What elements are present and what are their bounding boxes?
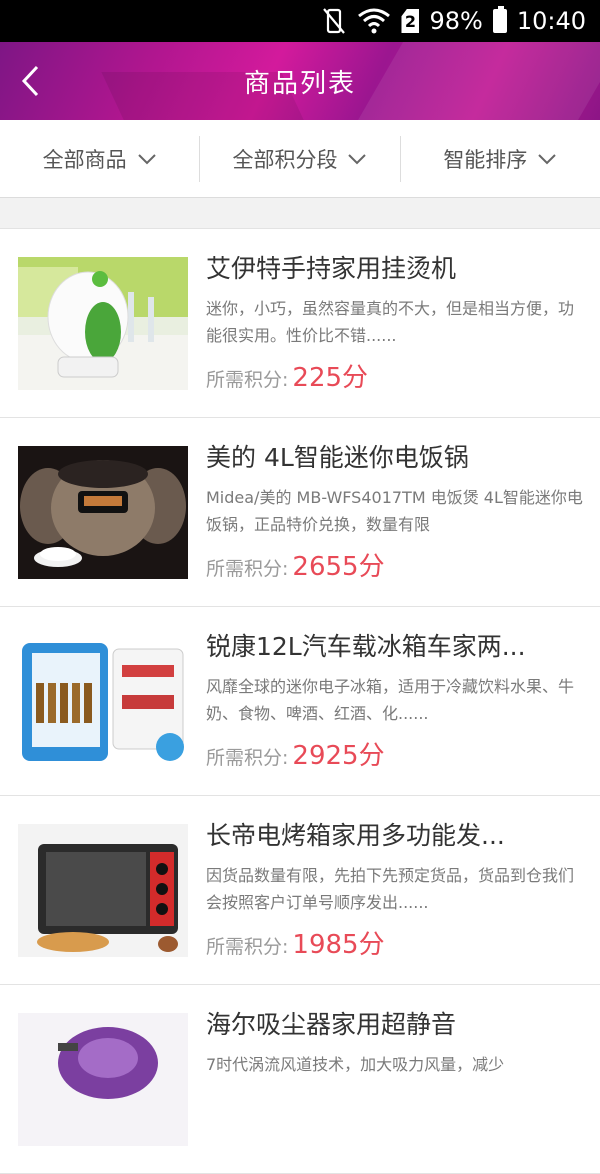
product-desc: Midea/美的 MB-WFS4017TM 电饭煲 4L智能迷你电饭锅，正品特价… (206, 488, 583, 534)
filter-category-label: 全部商品 (42, 147, 127, 172)
product-price: 225分 (292, 363, 369, 393)
product-price: 1985分 (292, 930, 385, 960)
clock: 10:40 (516, 7, 586, 35)
price-label: 所需积分: (206, 936, 289, 958)
filter-sort-label: 智能排序 (443, 147, 528, 172)
chevron-down-icon (348, 153, 367, 164)
product-item[interactable]: 艾伊特手持家用挂烫机 迷你，小巧，虽然容量真的不大，但是相当方便，功能很实用。性… (0, 228, 600, 418)
product-image-steamer (18, 257, 188, 390)
battery-icon (492, 6, 507, 33)
product-item[interactable]: 锐康12L汽车载冰箱车家两... 风靡全球的迷你电子冰箱，适用于冷藏饮料水果、牛… (0, 606, 600, 796)
filter-points-label: 全部积分段 (232, 147, 338, 172)
product-price: 2655分 (292, 552, 385, 582)
filter-category[interactable]: 全部商品 (0, 136, 199, 182)
chevron-down-icon (538, 153, 557, 164)
product-image-oven (18, 824, 188, 957)
product-name: 长帝电烤箱家用多功能发... (206, 821, 505, 850)
status-bar: 2 98% 10:40 (0, 0, 600, 42)
price-label: 所需积分: (206, 747, 289, 769)
app-header: 商品列表 (0, 42, 600, 120)
product-desc: 因货品数量有限，先拍下先预定货品，货品到仓我们会按照客户订单号顺序发出.....… (206, 866, 575, 912)
product-price: 2925分 (292, 741, 385, 771)
price-label: 所需积分: (206, 558, 289, 580)
filter-points-range[interactable]: 全部积分段 (199, 135, 399, 182)
product-desc: 迷你，小巧，虽然容量真的不大，但是相当方便，功能很实用。性价比不错...... (206, 299, 575, 345)
product-desc: 风靡全球的迷你电子冰箱，适用于冷藏饮料水果、牛奶、食物、啤酒、红酒、化.....… (206, 677, 575, 723)
product-name: 锐康12L汽车载冰箱车家两... (206, 632, 526, 661)
back-arrow-icon (21, 65, 39, 97)
product-image-vacuum (18, 1013, 188, 1146)
product-image-rice-cooker (18, 446, 188, 579)
wifi-icon (357, 8, 391, 34)
filter-bar: 全部商品 全部积分段 智能排序 (0, 120, 600, 198)
product-image-mini-fridge (18, 635, 188, 768)
sim-icon: 2 (401, 9, 420, 33)
product-desc: 7时代涡流风道技术，加大吸力风量，减少 (206, 1055, 505, 1074)
filter-sort[interactable]: 智能排序 (399, 135, 600, 182)
product-name: 美的 4L智能迷你电饭锅 (206, 443, 469, 472)
back-button[interactable] (14, 62, 48, 100)
battery-percent: 98% (429, 7, 483, 35)
chevron-down-icon (137, 153, 156, 164)
vibrate-off-icon (321, 7, 347, 35)
page-title: 商品列表 (243, 68, 356, 99)
product-item[interactable]: 海尔吸尘器家用超静音 7时代涡流风道技术，加大吸力风量，减少 (0, 984, 600, 1174)
product-name: 海尔吸尘器家用超静音 (206, 1010, 457, 1039)
price-label: 所需积分: (206, 369, 289, 391)
product-item[interactable]: 美的 4L智能迷你电饭锅 Midea/美的 MB-WFS4017TM 电饭煲 4… (0, 417, 600, 607)
product-list: 艾伊特手持家用挂烫机 迷你，小巧，虽然容量真的不大，但是相当方便，功能很实用。性… (0, 228, 600, 1174)
product-name: 艾伊特手持家用挂烫机 (206, 254, 457, 283)
product-item[interactable]: 长帝电烤箱家用多功能发... 因货品数量有限，先拍下先预定货品，货品到仓我们会按… (0, 795, 600, 985)
